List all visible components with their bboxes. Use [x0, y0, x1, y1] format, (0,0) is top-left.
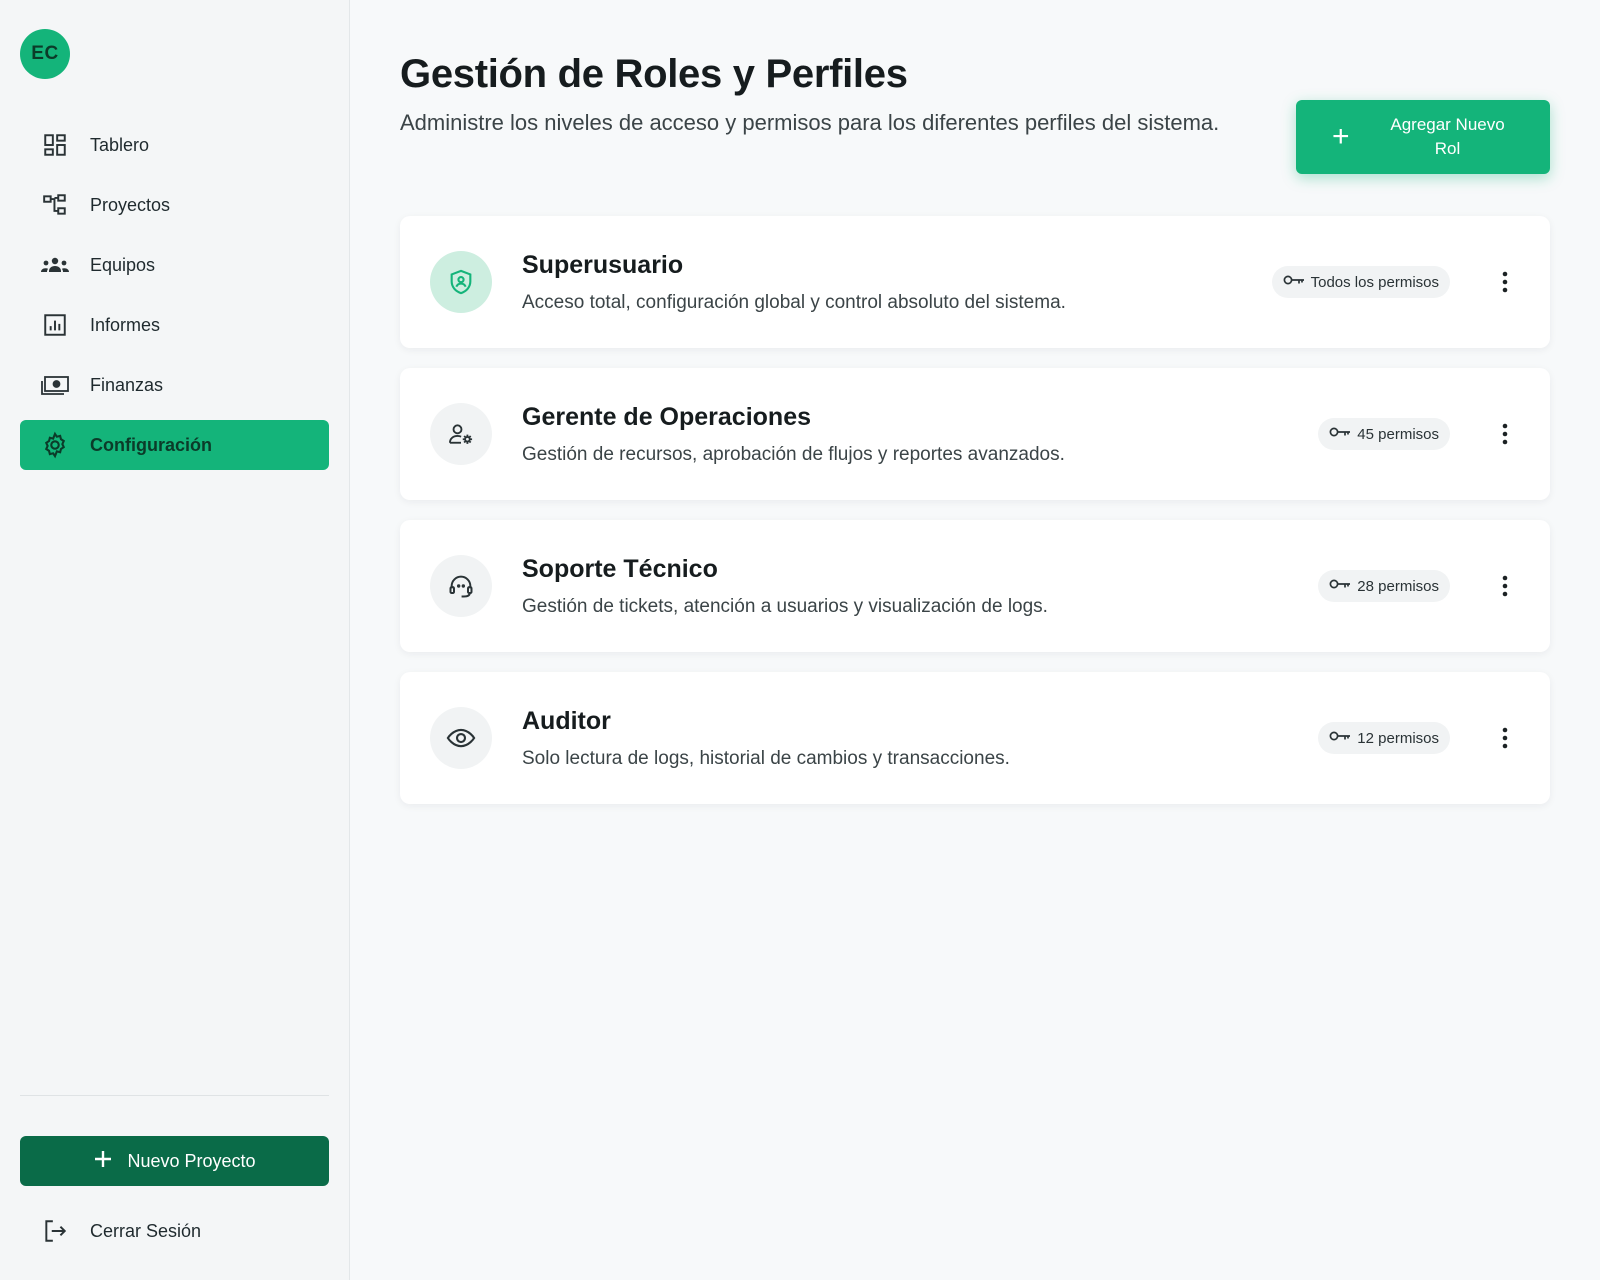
avatar[interactable]: EC — [20, 29, 70, 79]
bar-chart-icon — [40, 310, 70, 340]
plus-icon — [93, 1149, 113, 1174]
more-options-icon[interactable] — [1490, 267, 1520, 297]
role-info: Superusuario Acceso total, configuración… — [522, 251, 1272, 314]
role-description: Gestión de tickets, atención a usuarios … — [522, 595, 1048, 617]
user-gear-icon — [430, 403, 492, 465]
logout-label: Cerrar Sesión — [90, 1220, 202, 1241]
sidebar: EC Tablero Proyectos Equipos Informes Fi… — [0, 0, 350, 1280]
sidebar-item-informes[interactable]: Informes — [20, 300, 329, 350]
plus-icon: + — [1332, 120, 1350, 153]
permissions-count: 12 permisos — [1357, 729, 1439, 747]
permissions-badge: 45 permisos — [1318, 418, 1450, 450]
permissions-badge: 12 permisos — [1318, 722, 1450, 754]
sidebar-item-label: Informes — [90, 314, 161, 335]
permissions-badge: Todos los permisos — [1271, 266, 1450, 298]
eye-icon — [430, 707, 492, 769]
sidebar-footer: Nuevo Proyecto Cerrar Sesión — [20, 1095, 329, 1256]
main-content: Gestión de Roles y Perfiles Administre l… — [350, 0, 1600, 1280]
project-tree-icon — [40, 190, 70, 220]
role-card[interactable]: Gerente de Operaciones Gestión de recurs… — [400, 368, 1550, 500]
sidebar-item-tablero[interactable]: Tablero — [20, 120, 329, 170]
add-role-button[interactable]: + Agregar Nuevo Rol — [1296, 100, 1550, 174]
page-header: Gestión de Roles y Perfiles Administre l… — [400, 52, 1550, 174]
more-options-icon[interactable] — [1490, 571, 1520, 601]
sidebar-item-equipos[interactable]: Equipos — [20, 240, 329, 290]
new-project-label: Nuevo Proyecto — [127, 1150, 256, 1171]
role-name: Superusuario — [522, 250, 684, 279]
role-name: Soporte Técnico — [522, 554, 718, 583]
sidebar-item-label: Finanzas — [90, 374, 164, 395]
roles-list: Superusuario Acceso total, configuración… — [400, 216, 1550, 804]
sidebar-item-configuracion[interactable]: Configuración — [20, 420, 329, 470]
add-role-label: Agregar Nuevo Rol — [1390, 115, 1505, 158]
sidebar-item-label: Configuración — [90, 434, 212, 455]
more-options-icon[interactable] — [1490, 723, 1520, 753]
permissions-count: Todos los permisos — [1310, 273, 1439, 291]
logout-icon — [40, 1216, 70, 1246]
new-project-button[interactable]: Nuevo Proyecto — [20, 1136, 329, 1186]
permissions-badge: 28 permisos — [1318, 570, 1450, 602]
shield-user-icon — [430, 251, 492, 313]
gear-icon — [40, 430, 70, 460]
key-icon — [1329, 577, 1351, 595]
groups-icon — [40, 250, 70, 280]
role-description: Gestión de recursos, aprobación de flujo… — [522, 443, 1065, 465]
permissions-count: 28 permisos — [1357, 577, 1439, 595]
permissions-count: 45 permisos — [1357, 425, 1439, 443]
key-icon — [1329, 729, 1351, 747]
role-card[interactable]: Soporte Técnico Gestión de tickets, aten… — [400, 520, 1550, 652]
role-info: Auditor Solo lectura de logs, historial … — [522, 707, 1318, 770]
more-options-icon[interactable] — [1490, 419, 1520, 449]
sidebar-item-label: Equipos — [90, 254, 156, 275]
sidebar-item-proyectos[interactable]: Proyectos — [20, 180, 329, 230]
support-agent-icon — [430, 555, 492, 617]
sidebar-item-finanzas[interactable]: Finanzas — [20, 360, 329, 410]
role-description: Solo lectura de logs, historial de cambi… — [522, 747, 1010, 769]
sidebar-item-label: Proyectos — [90, 194, 171, 215]
user-profile[interactable]: EC — [20, 0, 329, 108]
role-name: Auditor — [522, 706, 611, 735]
page-heading: Gestión de Roles y Perfiles Administre l… — [400, 52, 1219, 141]
sidebar-nav: Tablero Proyectos Equipos Informes Finan… — [20, 120, 329, 470]
sidebar-divider — [20, 1095, 329, 1096]
role-card[interactable]: Superusuario Acceso total, configuración… — [400, 216, 1550, 348]
page-title: Gestión de Roles y Perfiles — [400, 52, 908, 96]
role-info: Soporte Técnico Gestión de tickets, aten… — [522, 555, 1318, 618]
page-subtitle: Administre los niveles de acceso y permi… — [400, 110, 1220, 135]
key-icon — [1329, 425, 1351, 443]
sidebar-item-label: Tablero — [90, 134, 150, 155]
logout-button[interactable]: Cerrar Sesión — [20, 1206, 329, 1256]
role-info: Gerente de Operaciones Gestión de recurs… — [522, 403, 1318, 466]
money-icon — [40, 370, 70, 400]
key-icon — [1283, 273, 1305, 291]
app-root: EC Tablero Proyectos Equipos Informes Fi… — [0, 0, 1600, 1280]
role-description: Acceso total, configuración global y con… — [522, 291, 1066, 313]
role-name: Gerente de Operaciones — [522, 402, 812, 431]
role-card[interactable]: Auditor Solo lectura de logs, historial … — [400, 672, 1550, 804]
dashboard-icon — [40, 130, 70, 160]
